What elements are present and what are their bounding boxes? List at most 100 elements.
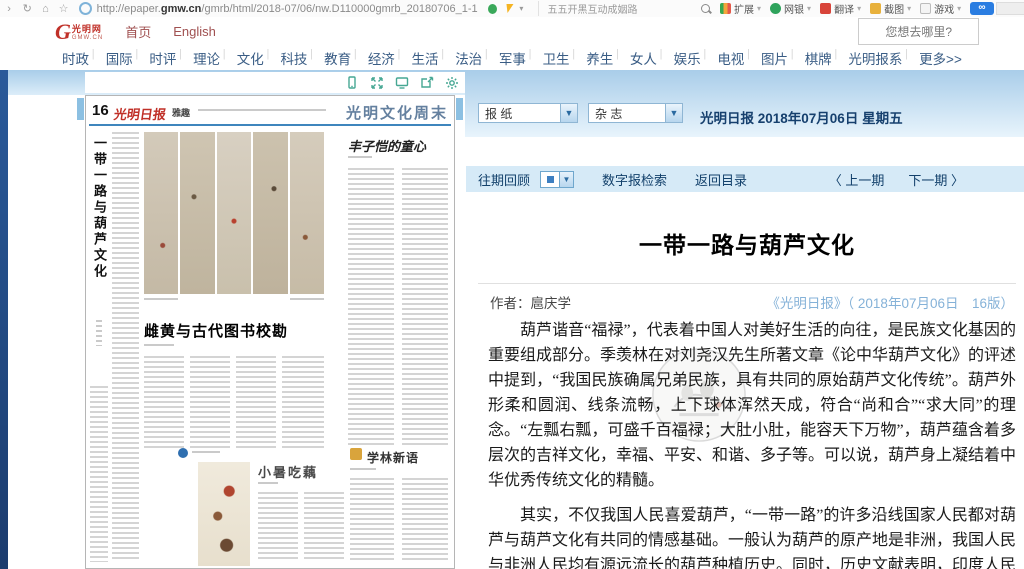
extension-label: 翻译 <box>834 1 854 16</box>
nav-item-lilun[interactable]: 理论 <box>193 48 220 68</box>
past-issues-link[interactable]: 往期回顾 <box>478 170 530 189</box>
toolbar-fragment <box>996 2 1024 15</box>
extension-translate[interactable]: 翻译 ▾ <box>820 1 861 16</box>
page-number: 16 <box>92 102 109 119</box>
nav-item-yule[interactable]: 娱乐 <box>674 48 701 68</box>
nav-item-fazhi[interactable]: 法治 <box>455 48 482 68</box>
back-to-toc-link[interactable]: 返回目录 <box>695 170 747 189</box>
nav-item-shizheng[interactable]: 时政 <box>62 48 89 68</box>
flower-painting-image <box>198 462 250 566</box>
search-suggestion-text: 五五开黑互动成姻路 <box>547 1 637 16</box>
chevron-down-icon: ▾ <box>907 4 911 13</box>
paper-text-column <box>258 492 298 562</box>
next-issue-link[interactable]: 下一期 〉 <box>908 170 964 189</box>
prev-page-tab[interactable] <box>77 98 84 120</box>
nav-item-shiping[interactable]: 时评 <box>149 48 176 68</box>
chevron-down-icon: ▼ <box>560 104 577 122</box>
article-title: 一带一路与葫芦文化 <box>470 226 1024 260</box>
paper-text-column <box>190 356 230 448</box>
divider <box>478 283 1016 284</box>
nav-item-baoxi[interactable]: 光明报系 <box>848 48 902 68</box>
goto-search-box[interactable]: 您想去哪里? <box>858 18 979 45</box>
byline <box>258 482 278 486</box>
browser-logo-badge[interactable]: ∞ <box>970 2 994 15</box>
gmw-logo[interactable]: G 光明网 GMW.CN <box>55 22 103 42</box>
chevron-down-icon[interactable]: ▾ <box>512 4 530 13</box>
adblock-icon[interactable] <box>488 4 497 14</box>
extension-manager[interactable]: 扩展 ▾ <box>720 1 761 16</box>
next-page-tab[interactable] <box>456 98 463 120</box>
article-source: 《光明日报》（ 2018年07月06日 16版） <box>766 292 1014 312</box>
mobile-view-icon[interactable] <box>345 76 359 90</box>
search-icon[interactable] <box>701 4 710 13</box>
home-icon[interactable]: ⌂ <box>36 3 54 15</box>
browser-search-box[interactable]: 五五开黑互动成姻路 <box>538 1 720 16</box>
masthead-rule <box>89 124 451 126</box>
paper-select-dropdown[interactable]: 报 纸 ▼ <box>478 103 578 123</box>
nav-item-tupian[interactable]: 图片 <box>761 48 788 68</box>
newspaper-page-preview[interactable]: 16 光明日报 雅趣 光明文化周末 一带一路与葫芦文化 雌黄与古代图书校勘 丰子… <box>85 95 455 569</box>
section-tag: 雅趣 <box>172 106 190 119</box>
url-prefix: http://epaper. <box>97 3 161 15</box>
preview-toolbar <box>85 72 465 93</box>
digital-search-link[interactable]: 数字报检索 <box>602 170 667 189</box>
paper-masthead: 光明日报 <box>113 104 168 123</box>
nav-item-guoji[interactable]: 国际 <box>106 48 133 68</box>
extension-ebank[interactable]: 网银 ▾ <box>770 1 811 16</box>
nav-item-junshi[interactable]: 军事 <box>499 48 526 68</box>
left-edge-bar <box>0 70 8 569</box>
ebank-globe-icon <box>770 3 781 14</box>
vertical-headline: 一带一路与葫芦文化 <box>91 136 107 314</box>
paper-text-column <box>402 168 448 448</box>
reading-logo-text <box>192 451 220 456</box>
article-body: 葫芦谐音“福禄”，代表着中国人对美好生活的向往，是民族文化基因的重要组成部分。季… <box>488 318 1016 569</box>
byline <box>350 468 376 472</box>
paper-text-column <box>348 168 394 448</box>
issue-info-line <box>198 109 326 114</box>
extension-label: 扩展 <box>734 1 754 16</box>
magazine-select-dropdown[interactable]: 杂 志 ▼ <box>588 103 683 123</box>
paper-text-column <box>304 492 344 562</box>
address-bar[interactable]: http://epaper.gmw.cn/gmrb/html/2018-07/0… <box>79 2 479 15</box>
nav-item-shenghuo[interactable]: 生活 <box>412 48 439 68</box>
nav-item-qipai[interactable]: 棋牌 <box>805 48 832 68</box>
logo-name: 光明网 <box>72 22 103 35</box>
nav-item-yangsheng[interactable]: 养生 <box>586 48 613 68</box>
nav-item-dianshi[interactable]: 电视 <box>717 48 744 68</box>
prev-issue-link[interactable]: 〈 上一期 <box>829 170 885 189</box>
logo-subtext: GMW.CN <box>72 35 103 41</box>
nav-item-jiaoyu[interactable]: 教育 <box>324 48 351 68</box>
nav-item-wenhua[interactable]: 文化 <box>237 48 264 68</box>
settings-gear-icon[interactable] <box>445 76 459 90</box>
issue-date-picker[interactable]: ▼ <box>540 172 574 187</box>
extension-screenshot[interactable]: 截图 ▾ <box>870 1 911 16</box>
headline-fengzikai: 丰子恺的童心 <box>348 136 426 155</box>
nav-item-keji[interactable]: 科技 <box>280 48 307 68</box>
refresh-icon[interactable]: ↻ <box>18 2 36 15</box>
home-link[interactable]: 首页 <box>125 22 151 41</box>
paper-text-column <box>350 478 394 562</box>
nav-item-weisheng[interactable]: 卫生 <box>543 48 570 68</box>
forward-icon[interactable]: › <box>0 3 18 15</box>
browser-window: › ↻ ⌂ ☆ http://epaper.gmw.cn/gmrb/html/2… <box>0 0 1024 569</box>
paper-text-column <box>236 356 276 448</box>
article-paragraph: 葫芦谐音“福禄”，代表着中国人对美好生活的向往，是民族文化基因的重要组成部分。季… <box>488 318 1016 493</box>
nav-item-more[interactable]: 更多>> <box>919 48 962 68</box>
nav-item-nvren[interactable]: 女人 <box>630 48 657 68</box>
chevron-down-icon: ▾ <box>857 4 861 13</box>
magazine-select-value: 杂 志 <box>589 105 665 122</box>
byline <box>348 156 372 160</box>
chevron-down-icon: ▾ <box>957 4 961 13</box>
english-link[interactable]: English <box>173 24 216 39</box>
fullscreen-icon[interactable] <box>370 76 384 90</box>
nav-item-jingji[interactable]: 经济 <box>368 48 395 68</box>
headline-books: 雌黄与古代图书校勘 <box>144 320 288 341</box>
extension-games[interactable]: 游戏 ▾ <box>920 1 961 16</box>
paper-select-value: 报 纸 <box>479 105 560 122</box>
share-icon[interactable] <box>420 76 434 90</box>
chevron-down-icon: ▼ <box>665 104 682 122</box>
bookmark-star-icon[interactable]: ☆ <box>54 2 72 15</box>
issue-nav-row: 往期回顾 ▼ 数字报检索 返回目录 〈 上一期 下一期 〉 <box>466 166 1024 192</box>
desktop-view-icon[interactable] <box>395 76 409 90</box>
byline <box>144 344 174 349</box>
